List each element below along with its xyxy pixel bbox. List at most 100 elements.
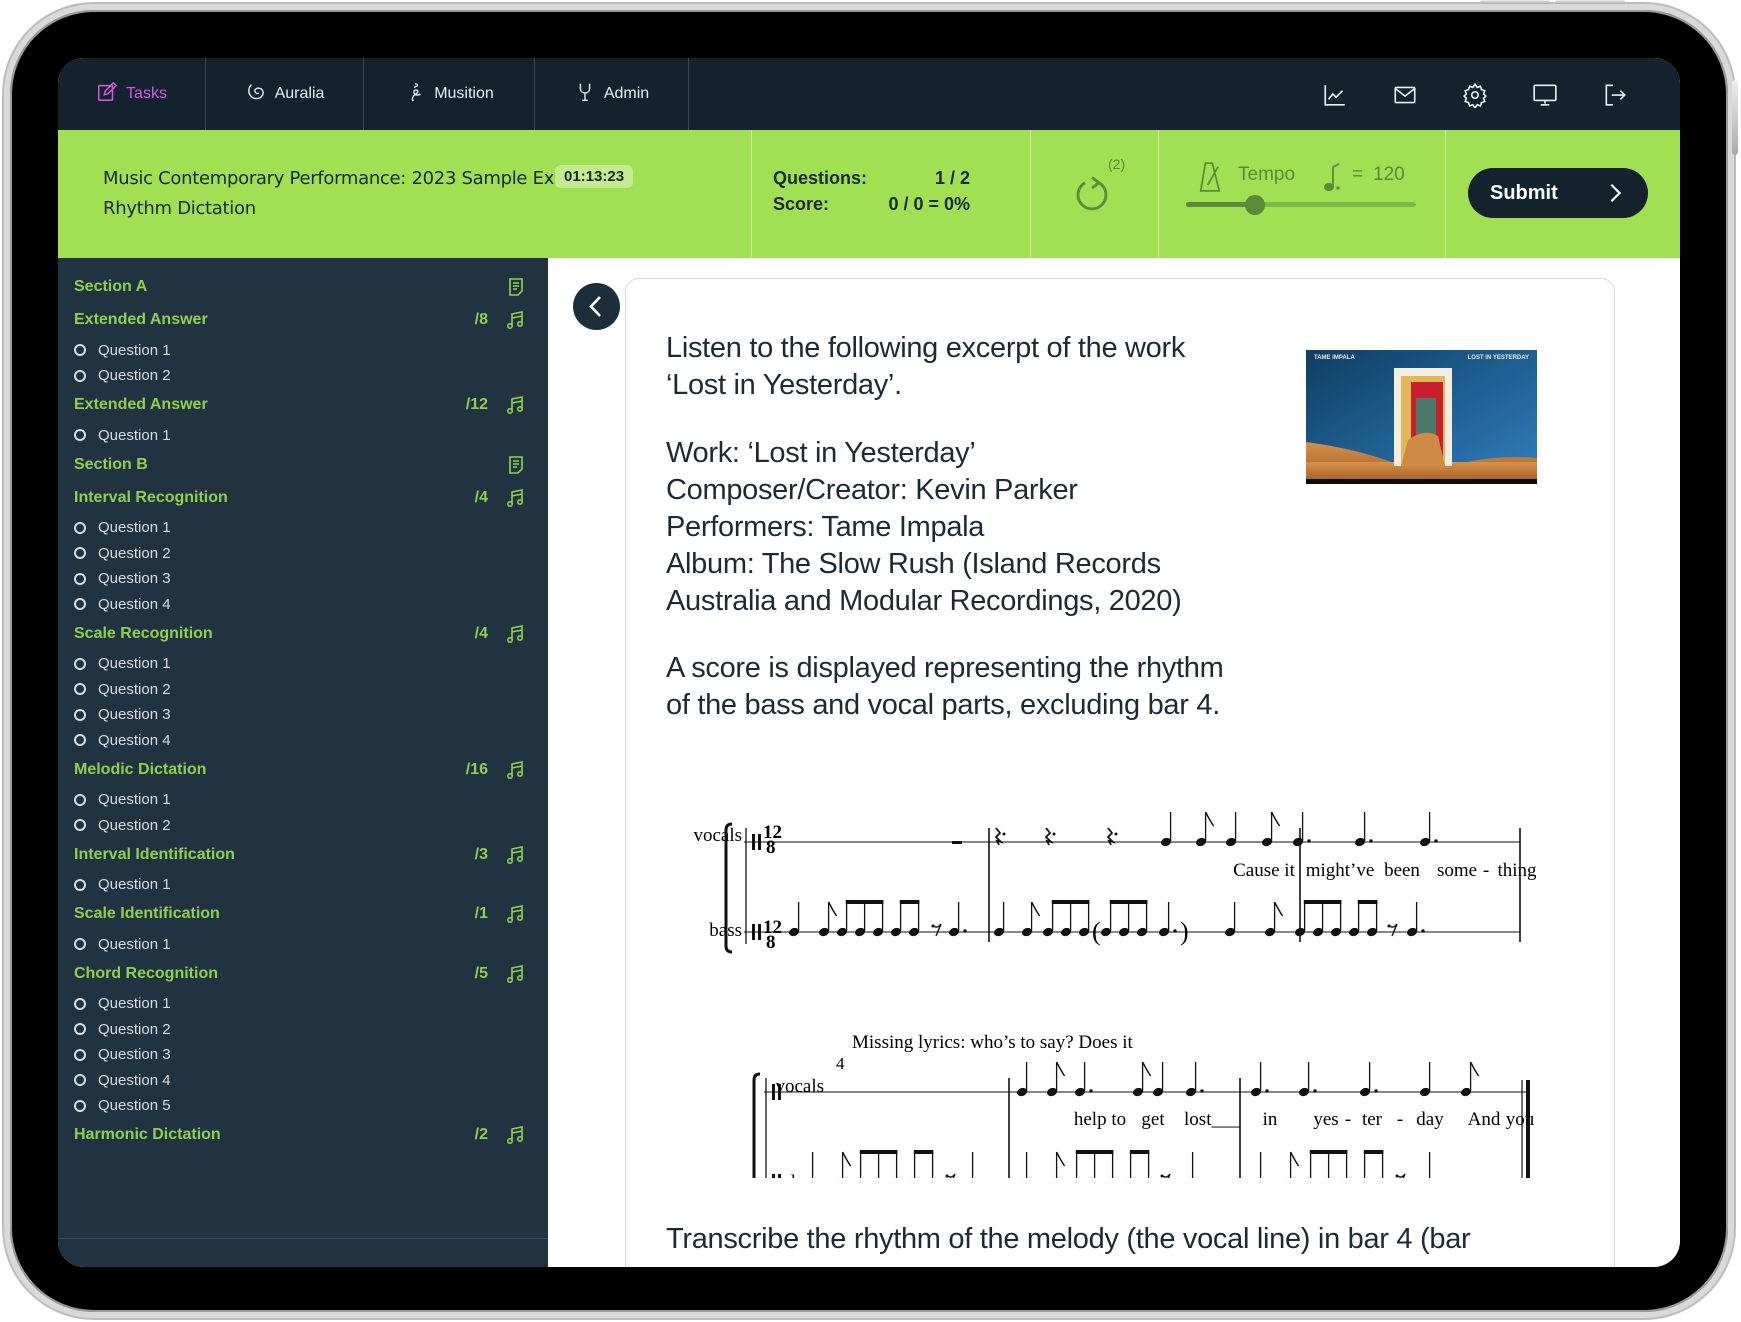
detail-line: Work: ‘Lost in Yesterday’ xyxy=(666,437,976,469)
percussion-clef xyxy=(758,834,761,850)
sidebar-task-header[interactable]: Chord Recognition/5 xyxy=(74,963,526,985)
top-nav: Tasks Auralia Musition Admin xyxy=(58,58,1680,130)
logout-icon[interactable] xyxy=(1602,82,1628,108)
sidebar-question-item[interactable]: Question 1 xyxy=(74,933,526,955)
progress-block: Questions: 1 / 2 Score: 0 / 0 = 0% xyxy=(773,168,970,228)
task-marks: /3 xyxy=(474,845,488,863)
document-icon xyxy=(506,455,526,475)
sidebar-task-header[interactable]: Scale Identification/1 xyxy=(74,903,526,925)
note-flag xyxy=(1055,1061,1066,1077)
question-status-radio xyxy=(74,708,86,721)
rest-dot xyxy=(1160,1174,1164,1178)
submit-label: Submit xyxy=(1490,181,1558,204)
mail-icon[interactable] xyxy=(1392,82,1418,108)
sidebar-section-header[interactable]: Section B xyxy=(74,454,526,476)
exam-title: Music Contemporary Performance: 2023 Sam… xyxy=(103,168,583,189)
sidebar-divider xyxy=(58,1238,548,1239)
sidebar-question-item[interactable]: Question 2 xyxy=(74,1018,526,1040)
sidebar-question-item[interactable]: Question 2 xyxy=(74,814,526,836)
sidebar-task-header[interactable]: Harmonic Dictation/2 xyxy=(74,1124,526,1146)
sidebar-heading-label: Scale Recognition xyxy=(74,624,213,642)
sidebar-heading-label: Interval Identification xyxy=(74,845,235,863)
dotted-quarter-note-icon xyxy=(1324,163,1340,191)
sidebar-heading-label: Section A xyxy=(74,278,148,295)
question-label: Question 1 xyxy=(98,655,171,672)
device-top-button xyxy=(1480,0,1550,4)
question-status-radio xyxy=(74,1099,86,1112)
question-status-radio xyxy=(74,598,86,610)
question-label: Question 4 xyxy=(98,1071,171,1089)
task-marks: /1 xyxy=(474,905,488,922)
sidebar-task-header[interactable]: Melodic Dictation/16 xyxy=(74,759,526,781)
task-marks: /8 xyxy=(474,311,488,328)
task-name: Rhythm Dictation xyxy=(103,198,256,219)
sidebar-task-header[interactable]: Extended Answer/8 xyxy=(74,309,526,331)
divider xyxy=(1445,130,1446,258)
rest-dot xyxy=(1114,832,1118,836)
back-button[interactable] xyxy=(573,283,620,330)
lyric: yes xyxy=(1313,1109,1338,1130)
tab-auralia[interactable]: Auralia xyxy=(206,58,364,130)
sidebar-question-item[interactable]: Question 4 xyxy=(74,593,526,615)
sidebar-heading-label: Extended Answer xyxy=(74,311,208,328)
sidebar-question-item[interactable]: Question 2 xyxy=(74,678,526,700)
sidebar-question-item[interactable]: Question 1 xyxy=(74,517,526,539)
tempo-slider[interactable] xyxy=(1186,195,1416,215)
sidebar-question-item[interactable]: Question 4 xyxy=(74,1069,526,1091)
augmentation-dot xyxy=(1307,839,1311,843)
time-signature-bottom: 8 xyxy=(766,932,776,953)
lyric: - xyxy=(1345,1109,1351,1130)
question-status-radio xyxy=(74,938,86,950)
sidebar-question-item[interactable]: Question 1 xyxy=(74,993,526,1015)
tempo-equals: = xyxy=(1352,164,1364,185)
tab-musition[interactable]: Musition xyxy=(364,58,535,130)
lyric: might’ve xyxy=(1306,860,1375,881)
whole-rest xyxy=(952,841,962,844)
system-bracket xyxy=(752,1072,761,1178)
sidebar-task-header[interactable]: Scale Recognition/4 xyxy=(74,623,526,645)
tab-admin[interactable]: Admin xyxy=(535,58,689,130)
sidebar-heading-label: Harmonic Dictation xyxy=(74,1126,221,1143)
chevron-right-icon xyxy=(1610,183,1622,203)
sidebar-question-item[interactable]: Question 3 xyxy=(74,1044,526,1066)
sidebar-task-header[interactable]: Extended Answer/12 xyxy=(74,394,526,416)
sidebar-task-header[interactable]: Interval Recognition/4 xyxy=(74,487,526,509)
sidebar-question-item[interactable]: Question 1 xyxy=(74,653,526,675)
sidebar-question-item[interactable]: Question 1 xyxy=(74,789,526,811)
sidebar-question-item[interactable]: Question 3 xyxy=(74,568,526,590)
augmentation-dot xyxy=(1173,929,1177,933)
sidebar-question-item[interactable]: Question 2 xyxy=(74,365,526,387)
beam xyxy=(913,1150,934,1154)
sidebar-question-item[interactable]: Question 4 xyxy=(74,729,526,751)
beam xyxy=(899,900,920,904)
sidebar-question-item[interactable]: Question 1 xyxy=(74,424,526,446)
lyric: thing xyxy=(1497,860,1537,881)
replay-icon[interactable] xyxy=(1071,174,1113,216)
score-value: 0 / 0 = 0% xyxy=(888,194,970,214)
gear-icon[interactable] xyxy=(1462,82,1488,110)
sidebar-question-item[interactable]: Question 1 xyxy=(74,339,526,361)
percussion-clef xyxy=(778,1084,781,1100)
sidebar-question-item[interactable]: Question 2 xyxy=(74,542,526,564)
sidebar-question-item[interactable]: Question 1 xyxy=(74,874,526,896)
monitor-icon[interactable] xyxy=(1532,82,1558,108)
wrench-icon xyxy=(574,81,596,108)
tab-tasks[interactable]: Tasks xyxy=(58,58,206,130)
sidebar-question-item[interactable]: Question 5 xyxy=(74,1095,526,1117)
album-artist: TAME IMPALA xyxy=(1314,355,1355,361)
tempo-slider-thumb[interactable] xyxy=(1245,195,1265,215)
rest-dot xyxy=(1052,832,1056,836)
sidebar-heading-label: Extended Answer xyxy=(74,396,208,413)
chart-icon[interactable] xyxy=(1322,82,1348,108)
sidebar-question-item[interactable]: Question 3 xyxy=(74,704,526,726)
augmentation-dot xyxy=(1089,1089,1093,1093)
sidebar-task-header[interactable]: Interval Identification/3 xyxy=(74,844,526,866)
question-status-radio xyxy=(74,878,86,891)
music-note-icon xyxy=(506,1125,526,1145)
sidebar-heading-label: Melodic Dictation xyxy=(74,760,207,778)
submit-button[interactable]: Submit xyxy=(1468,168,1648,218)
quarter-rest xyxy=(994,827,1004,846)
app-screen: Tasks Auralia Musition Admin Music Conte… xyxy=(58,58,1680,1267)
rest-dot xyxy=(931,924,935,928)
sidebar-section-header[interactable]: Section A xyxy=(74,276,526,298)
